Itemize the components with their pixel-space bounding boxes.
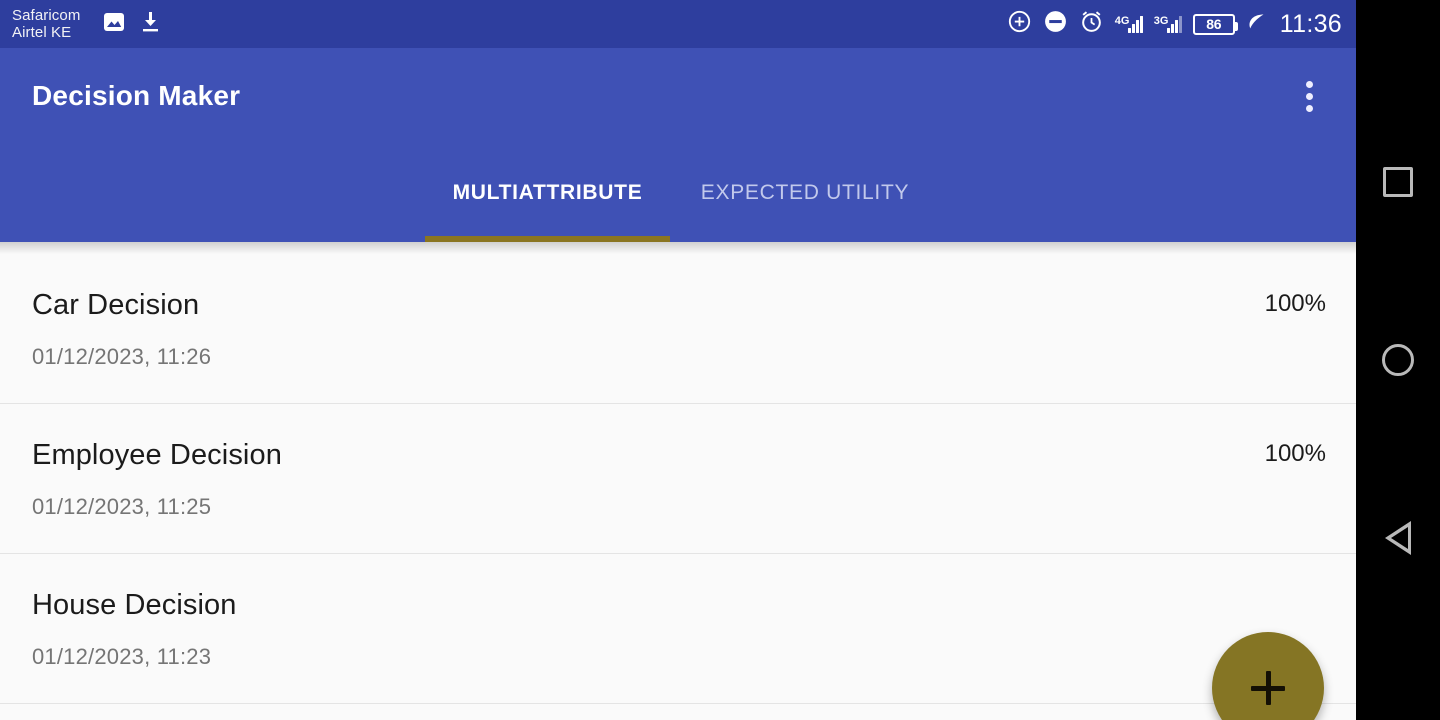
decision-title: House Decision	[32, 588, 237, 621]
notification-icons	[102, 10, 162, 39]
decision-date: 01/12/2023, 11:23	[32, 643, 212, 669]
signal-sim1: 4G	[1114, 14, 1143, 33]
status-bar-left: Safaricom Airtel KE	[12, 7, 162, 41]
do-not-disturb-icon	[1043, 9, 1068, 39]
image-icon	[102, 10, 126, 39]
back-triangle-icon[interactable]	[1371, 511, 1425, 565]
battery-level: 86	[1206, 16, 1222, 32]
sim1-network-label: 4G	[1114, 14, 1130, 27]
decision-title: Employee Decision	[32, 438, 282, 471]
decision-date: 01/12/2023, 11:26	[32, 343, 212, 369]
battery-icon: 86	[1192, 13, 1238, 35]
alarm-icon	[1079, 9, 1104, 39]
decision-title: Car Decision	[32, 288, 200, 321]
status-bar: Safaricom Airtel KE 4G 3G 86 11:36	[0, 0, 1356, 48]
sim2-network-label: 3G	[1153, 14, 1169, 27]
tab-bar: MULTIATTRIBUTE EXPECTED UTILITY	[0, 144, 1356, 242]
decision-list: Car Decision 100% 01/12/2023, 11:26 Empl…	[0, 242, 1356, 720]
status-bar-right: 4G 3G 86 11:36	[1007, 9, 1342, 39]
list-item[interactable]: Employee Decision 100% 01/12/2023, 11:25	[0, 404, 1356, 554]
tab-expected-utility[interactable]: EXPECTED UTILITY	[670, 144, 940, 242]
list-item[interactable]: House Decision 01/12/2023, 11:23	[0, 554, 1356, 704]
download-icon	[138, 10, 162, 39]
add-circle-icon	[1007, 9, 1032, 39]
decision-percent: 100%	[1264, 289, 1326, 317]
leaf-icon	[1246, 11, 1267, 37]
phone-viewport: Safaricom Airtel KE 4G 3G 86 11:36 Decis…	[0, 0, 1356, 720]
page-title: Decision Maker	[32, 80, 241, 111]
signal-sim2: 3G	[1153, 14, 1182, 33]
android-navigation-bar	[1356, 0, 1440, 720]
carrier-names: Safaricom Airtel KE	[12, 7, 80, 41]
status-clock: 11:36	[1279, 9, 1342, 38]
home-circle-icon[interactable]	[1371, 333, 1425, 387]
decision-date: 01/12/2023, 11:25	[32, 493, 212, 519]
app-bar: Decision Maker MULTIATTRIBUTE EXPECTED U…	[0, 48, 1356, 242]
carrier-line-2: Airtel KE	[12, 24, 72, 41]
app-bar-top-row: Decision Maker	[0, 48, 1356, 144]
tab-multiattribute[interactable]: MULTIATTRIBUTE	[425, 144, 670, 242]
tab-expected-utility-label: EXPECTED UTILITY	[700, 181, 910, 204]
screen: Safaricom Airtel KE 4G 3G 86 11:36 Decis…	[0, 0, 1440, 720]
recents-square-icon[interactable]	[1371, 155, 1425, 209]
overflow-menu-icon[interactable]	[1286, 73, 1332, 119]
carrier-line-1: Safaricom	[12, 7, 81, 24]
tab-multiattribute-label: MULTIATTRIBUTE	[452, 181, 643, 204]
list-item[interactable]: Car Decision 100% 01/12/2023, 11:26	[0, 254, 1356, 404]
decision-percent: 100%	[1264, 439, 1326, 467]
app-bar-shadow	[0, 242, 1356, 254]
